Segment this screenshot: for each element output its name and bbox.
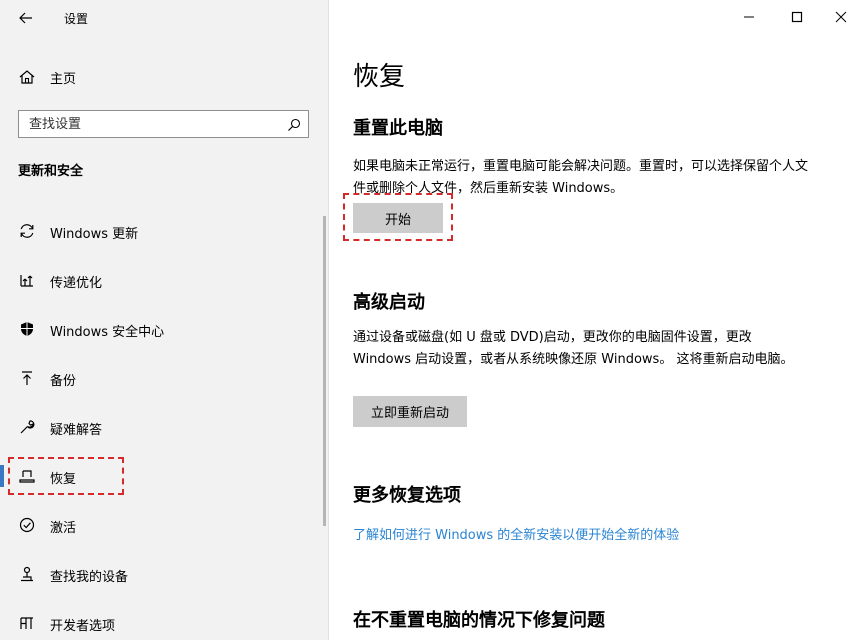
- selected-indicator: [0, 465, 4, 487]
- recovery-icon: [19, 470, 35, 483]
- sidebar-item-label: 疑难解答: [50, 423, 103, 438]
- check-circle-icon: [19, 517, 35, 533]
- backup-icon: [22, 371, 32, 385]
- page-title: 恢复: [353, 62, 406, 92]
- sidebar-item-label: Windows 更新: [50, 227, 139, 242]
- sidebar: 设置 主页 更新和安全 Windows 更新: [0, 0, 329, 640]
- more-recovery-options-heading: 更多恢复选项: [353, 485, 461, 506]
- sidebar-item-label: 激活: [50, 521, 77, 536]
- sidebar-item-developer-options[interactable]: 开发者选项: [0, 598, 329, 640]
- developer-icon: [20, 617, 33, 629]
- sidebar-item-label: 查找我的设备: [50, 570, 129, 585]
- sidebar-item-recovery[interactable]: 恢复: [0, 451, 329, 500]
- fix-problems-heading: 在不重置电脑的情况下修复问题: [353, 610, 605, 631]
- sync-icon: [20, 224, 34, 238]
- sidebar-item-backup[interactable]: 备份: [0, 353, 329, 402]
- back-button[interactable]: [12, 6, 40, 30]
- restart-now-button[interactable]: 立即重新启动: [353, 396, 467, 427]
- wrench-icon: [20, 420, 35, 434]
- title-bar: 设置: [0, 0, 329, 34]
- home-nav-item[interactable]: 主页: [0, 62, 329, 90]
- search-box[interactable]: [18, 110, 309, 138]
- search-input[interactable]: [19, 116, 274, 132]
- sidebar-item-label: 开发者选项: [50, 619, 116, 634]
- sidebar-item-label: 传递优化: [50, 276, 103, 291]
- sidebar-item-label: Windows 安全中心: [50, 325, 165, 340]
- sidebar-nav: Windows 更新 传递优化 Windows 安全中心 备份 疑难解答 恢复 …: [0, 206, 329, 640]
- sidebar-item-find-my-device[interactable]: 查找我的设备: [0, 549, 329, 598]
- sidebar-item-troubleshoot[interactable]: 疑难解答: [0, 402, 329, 451]
- app-title: 设置: [64, 12, 89, 26]
- find-device-icon: [21, 566, 33, 582]
- delivery-optimization-icon: [20, 275, 33, 287]
- sidebar-item-activation[interactable]: 激活: [0, 500, 329, 549]
- reset-pc-heading: 重置此电脑: [353, 118, 443, 139]
- sidebar-scrollbar[interactable]: [323, 216, 326, 526]
- shield-icon: [21, 322, 33, 336]
- sidebar-item-windows-security[interactable]: Windows 安全中心: [0, 304, 329, 353]
- search-icon[interactable]: [286, 117, 302, 133]
- sidebar-item-delivery-optimization[interactable]: 传递优化: [0, 255, 329, 304]
- fresh-install-link[interactable]: 了解如何进行 Windows 的全新安装以便开始全新的体验: [353, 524, 679, 543]
- sidebar-item-windows-update[interactable]: Windows 更新: [0, 206, 329, 255]
- section-title: 更新和安全: [18, 164, 84, 179]
- advanced-startup-description: 通过设备或磁盘(如 U 盘或 DVD)启动，更改你的电脑固件设置，更改 Wind…: [353, 330, 794, 367]
- main-content: 恢复 重置此电脑 如果电脑未正常运行，重置电脑可能会解决问题。重置时，可以选择保…: [329, 0, 868, 640]
- reset-start-button[interactable]: 开始: [353, 203, 443, 233]
- back-arrow-icon: [19, 12, 32, 24]
- advanced-startup-heading: 高级启动: [353, 292, 425, 313]
- home-icon: [19, 70, 35, 84]
- home-label: 主页: [50, 72, 77, 87]
- sidebar-item-label: 恢复: [50, 472, 77, 487]
- sidebar-item-label: 备份: [50, 374, 77, 389]
